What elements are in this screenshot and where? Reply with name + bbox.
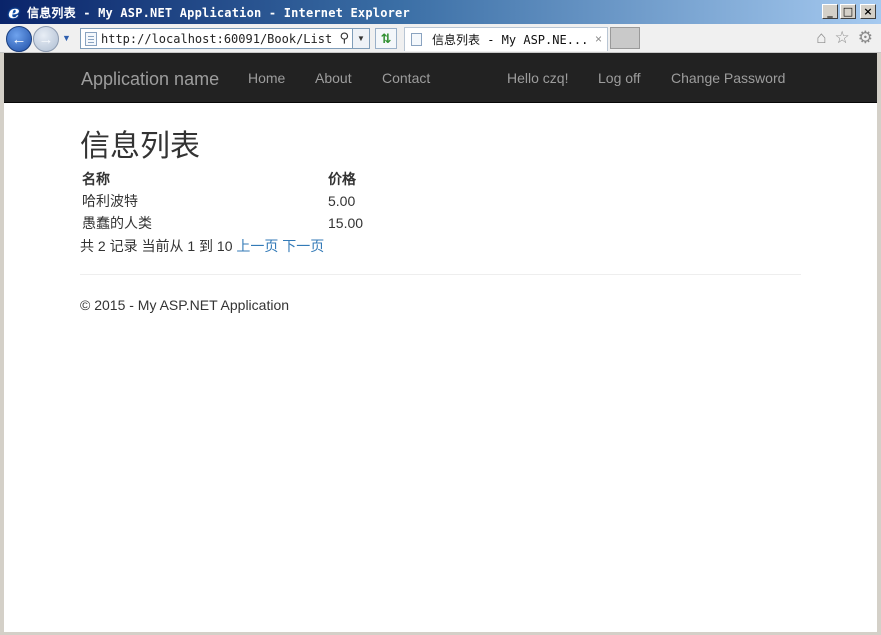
book-price-cell: 5.00 bbox=[328, 193, 356, 209]
book-name-cell: 哈利波特 bbox=[82, 193, 138, 209]
footer: © 2015 - My ASP.NET Application bbox=[80, 297, 289, 313]
log-off-link[interactable]: Log off bbox=[598, 70, 641, 86]
internet-explorer-icon: e bbox=[8, 1, 20, 23]
nav-link-about[interactable]: About bbox=[315, 70, 352, 86]
search-icon[interactable]: ⚲ bbox=[339, 30, 349, 46]
site-navbar: Application name Home About Contact Hell… bbox=[4, 53, 877, 103]
book-table: 名称 价格 哈利波特 5.00 愚蠢的人类 15.00 bbox=[80, 168, 365, 234]
address-bar[interactable]: http://localhost:60091/Book/List ⚲ ▼ bbox=[80, 28, 370, 49]
settings-gear-icon[interactable]: ⚙ bbox=[858, 29, 873, 46]
table-row: 哈利波特 5.00 bbox=[80, 190, 365, 212]
next-page-link[interactable]: 下一页 bbox=[282, 238, 324, 254]
tab-close-icon[interactable]: × bbox=[595, 32, 602, 46]
book-name-cell: 愚蠢的人类 bbox=[82, 215, 152, 231]
footer-divider bbox=[80, 274, 801, 275]
pager-summary: 共 2 记录 当前从 1 到 10 bbox=[80, 238, 233, 254]
window-controls: _ □ × bbox=[822, 4, 876, 19]
previous-page-link[interactable]: 上一页 bbox=[236, 238, 278, 254]
book-price-cell: 15.00 bbox=[328, 215, 364, 231]
favorites-star-icon[interactable]: ☆ bbox=[835, 29, 850, 46]
forward-arrow-icon: → bbox=[38, 30, 54, 48]
window-title-bar: e 信息列表 - My ASP.NET Application - Intern… bbox=[0, 0, 881, 24]
footer-copyright: © 2015 - My ASP.NET Application bbox=[80, 297, 290, 313]
window-border-right bbox=[877, 53, 881, 635]
back-button[interactable]: ← bbox=[6, 26, 32, 52]
page-icon bbox=[85, 31, 97, 46]
minimize-button[interactable]: _ bbox=[822, 4, 838, 19]
nav-link-contact[interactable]: Contact bbox=[382, 70, 430, 86]
refresh-button[interactable]: ⇅ bbox=[375, 28, 397, 49]
page-title: 信息列表 bbox=[80, 130, 200, 163]
refresh-icon: ⇅ bbox=[380, 30, 392, 46]
forward-button[interactable]: → bbox=[33, 26, 59, 52]
home-icon[interactable]: ⌂ bbox=[816, 29, 826, 46]
brand-link[interactable]: Application name bbox=[81, 69, 219, 90]
user-greeting-link[interactable]: Hello czq! bbox=[507, 70, 568, 86]
browser-toolbar: ← → ▼ http://localhost:60091/Book/List ⚲… bbox=[0, 24, 881, 53]
window-border-left bbox=[0, 53, 4, 635]
address-dropdown-icon[interactable]: ▼ bbox=[352, 29, 369, 48]
nav-link-home[interactable]: Home bbox=[248, 70, 285, 86]
back-arrow-icon: ← bbox=[11, 30, 27, 48]
tab-title: 信息列表 - My ASP.NE... bbox=[432, 33, 589, 47]
window-title: 信息列表 - My ASP.NET Application - Internet… bbox=[27, 5, 410, 20]
browser-tab-active[interactable]: 信息列表 - My ASP.NE... × bbox=[404, 27, 608, 51]
tab-page-icon bbox=[411, 33, 422, 46]
table-header-row: 名称 价格 bbox=[80, 168, 365, 190]
change-password-link[interactable]: Change Password bbox=[671, 70, 785, 86]
new-tab-button[interactable] bbox=[610, 27, 640, 49]
recent-pages-dropdown-icon[interactable]: ▼ bbox=[62, 33, 71, 43]
column-header-name: 名称 bbox=[82, 171, 110, 187]
close-window-button[interactable]: × bbox=[860, 4, 876, 19]
table-row: 愚蠢的人类 15.00 bbox=[80, 212, 365, 234]
pager: 共 2 记录 当前从 1 到 10 上一页 下一页 bbox=[80, 236, 324, 256]
maximize-button[interactable]: □ bbox=[840, 4, 856, 19]
address-url[interactable]: http://localhost:60091/Book/List bbox=[101, 32, 332, 46]
column-header-price: 价格 bbox=[328, 171, 356, 187]
browser-right-icons: ⌂ ☆ ⚙ bbox=[816, 29, 873, 46]
